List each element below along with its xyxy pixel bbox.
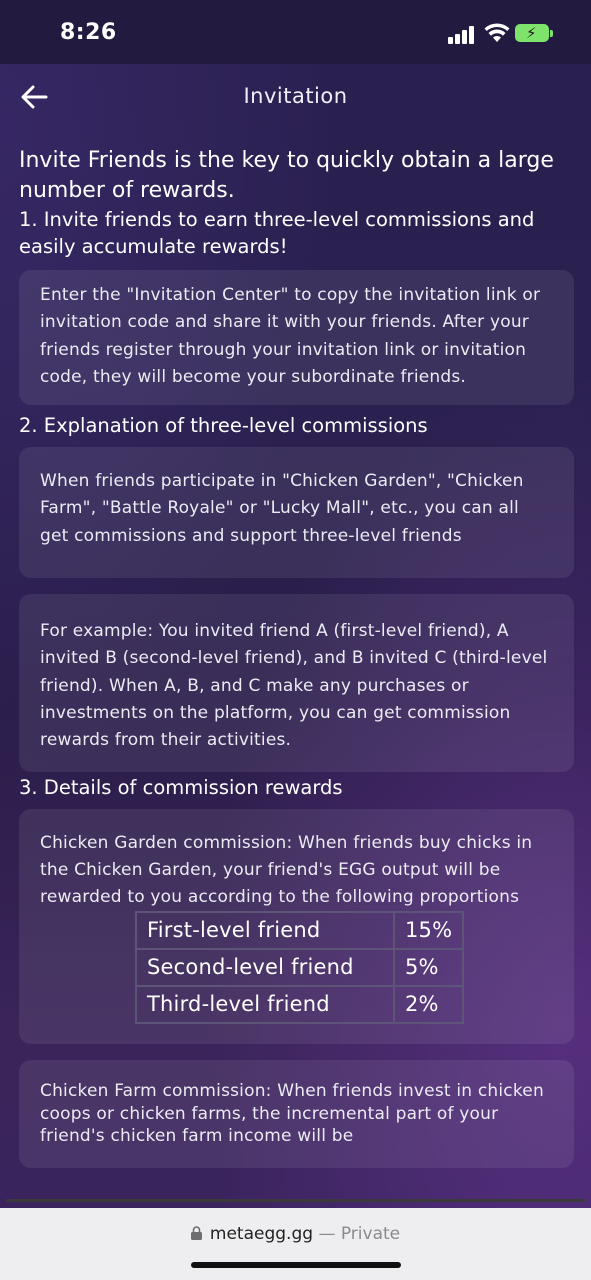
percent-cell: 2% (392, 985, 465, 1025)
lock-icon (190, 1226, 202, 1240)
wifi-icon (484, 23, 510, 42)
section-1-heading: 1. Invite friends to earn three-level co… (19, 208, 535, 258)
main-content[interactable]: Invite Friends is the key to quickly obt… (19, 146, 574, 1168)
toolbar-divider (6, 1199, 585, 1202)
commission-explanation-card: When friends participate in "Chicken Gar… (19, 447, 574, 579)
example-text: For example: You invited friend A (first… (40, 621, 548, 751)
private-mode-label: — Private (318, 1224, 401, 1244)
table-row: First-level friend 15% (135, 911, 465, 951)
percent-cell: 5% (392, 948, 465, 988)
url-domain: metaegg.gg (209, 1224, 314, 1244)
level-cell: First-level friend (135, 911, 395, 951)
invitation-center-text: Enter the "Invitation Center" to copy th… (40, 285, 541, 387)
example-card: For example: You invited friend A (first… (19, 594, 574, 772)
commission-explanation-text: When friends participate in "Chicken Gar… (40, 471, 524, 546)
url-display[interactable]: metaegg.gg — Private (0, 1224, 591, 1244)
home-indicator[interactable] (191, 1262, 401, 1268)
status-bar: 8:26 ⚡ (0, 0, 591, 64)
page-title: Invitation (243, 84, 348, 108)
level-cell: Second-level friend (135, 948, 395, 988)
browser-address-bar[interactable] (0, 1208, 591, 1280)
section-3-heading: 3. Details of commission rewards (19, 775, 343, 799)
table-row: Third-level friend 2% (135, 985, 465, 1025)
invitation-center-card: Enter the "Invitation Center" to copy th… (19, 270, 574, 406)
chicken-farm-card: Chicken Farm commission: When friends in… (19, 1060, 574, 1168)
intro-text: Invite Friends is the key to quickly obt… (19, 148, 554, 203)
percent-cell: 15% (392, 911, 465, 951)
commission-rate-table: First-level friend 15% Second-level frie… (135, 911, 465, 1025)
battery-charging-icon: ⚡ (515, 24, 553, 42)
chicken-garden-card: Chicken Garden commission: When friends … (19, 808, 574, 1045)
chicken-farm-text: Chicken Farm commission: When friends in… (40, 1081, 544, 1147)
section-2-heading: 2. Explanation of three-level commission… (19, 414, 428, 438)
cellular-signal-icon (448, 26, 478, 44)
status-time: 8:26 (60, 20, 117, 45)
chicken-garden-text: Chicken Garden commission: When friends … (40, 832, 533, 908)
table-row: Second-level friend 5% (135, 948, 465, 988)
level-cell: Third-level friend (135, 985, 395, 1025)
